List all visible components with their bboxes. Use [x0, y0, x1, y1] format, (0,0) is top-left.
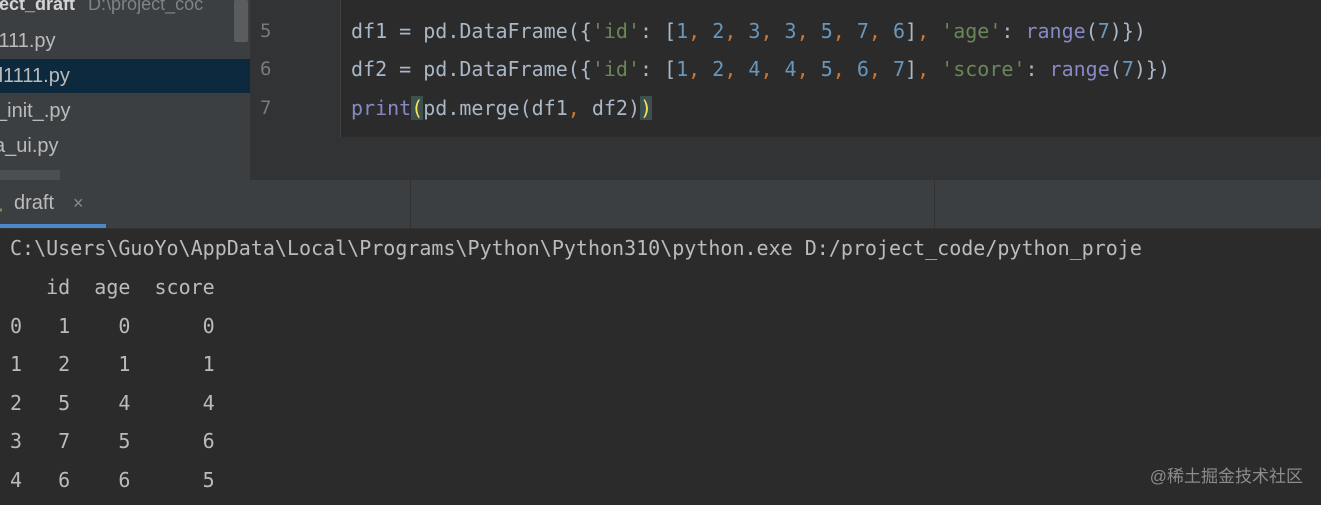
code-editor[interactable]: 5 6 7 df1 = pd.DataFrame({'id': [1, 2, 3… [250, 0, 1321, 180]
code-line-6[interactable]: df2 = pd.DataFrame({'id': [1, 2, 4, 4, 5… [351, 57, 1170, 81]
console-command: C:\Users\GuoYo\AppData\Local\Programs\Py… [10, 236, 1142, 260]
file-label: d1111.py [0, 65, 70, 87]
line-number: 6 [260, 58, 272, 80]
project-path: D:\project_coc [88, 0, 204, 14]
project-name: ject_draft [0, 0, 76, 14]
line-number: 7 [260, 97, 272, 119]
file-item-selected[interactable]: d1111.py [0, 59, 250, 93]
editor-empty-area [250, 137, 1321, 180]
watermark: @稀土掘金技术社区 [1149, 467, 1303, 486]
sidebar-scrollbar[interactable] [234, 0, 248, 42]
project-root[interactable]: ject_draft D:\project_coc [0, 0, 203, 18]
line-number: 5 [260, 20, 272, 42]
file-label: l111.py [0, 30, 56, 52]
close-icon[interactable]: × [73, 193, 84, 214]
console-row: 4 6 6 5 [10, 468, 215, 492]
tab-active-indicator [0, 224, 106, 228]
code-line-5[interactable]: df1 = pd.DataFrame({'id': [1, 2, 3, 3, 5… [351, 19, 1146, 43]
tab-label: draft [14, 192, 55, 214]
divider [934, 180, 935, 228]
console-row: 3 7 5 6 [10, 429, 215, 453]
file-label: _init_.py [0, 100, 71, 122]
file-item[interactable]: a_ui.py [0, 129, 59, 163]
file-item[interactable]: _init_.py [0, 94, 71, 128]
console-row: 2 5 4 4 [10, 391, 215, 415]
code-line-7[interactable]: print(pd.merge(df1, df2)) [351, 96, 653, 120]
divider [410, 180, 411, 228]
gutter-divider [340, 0, 341, 137]
line-gutter: 5 6 7 [250, 0, 340, 137]
file-item-partial[interactable] [0, 170, 60, 180]
file-label: a_ui.py [0, 135, 59, 157]
console-row: 0 1 0 0 [10, 314, 215, 338]
python-file-icon: ˌ [0, 192, 4, 212]
run-toolbar: ˌ draft × [0, 180, 1321, 229]
tab-draft[interactable]: ˌ draft × [0, 180, 106, 228]
console-table-header: id age score [10, 275, 215, 299]
run-console[interactable]: C:\Users\GuoYo\AppData\Local\Programs\Py… [0, 229, 1321, 505]
file-item[interactable]: l111.py [0, 24, 56, 58]
project-sidebar: ject_draft D:\project_coc l111.py d1111.… [0, 0, 250, 180]
console-row: 1 2 1 1 [10, 352, 215, 376]
